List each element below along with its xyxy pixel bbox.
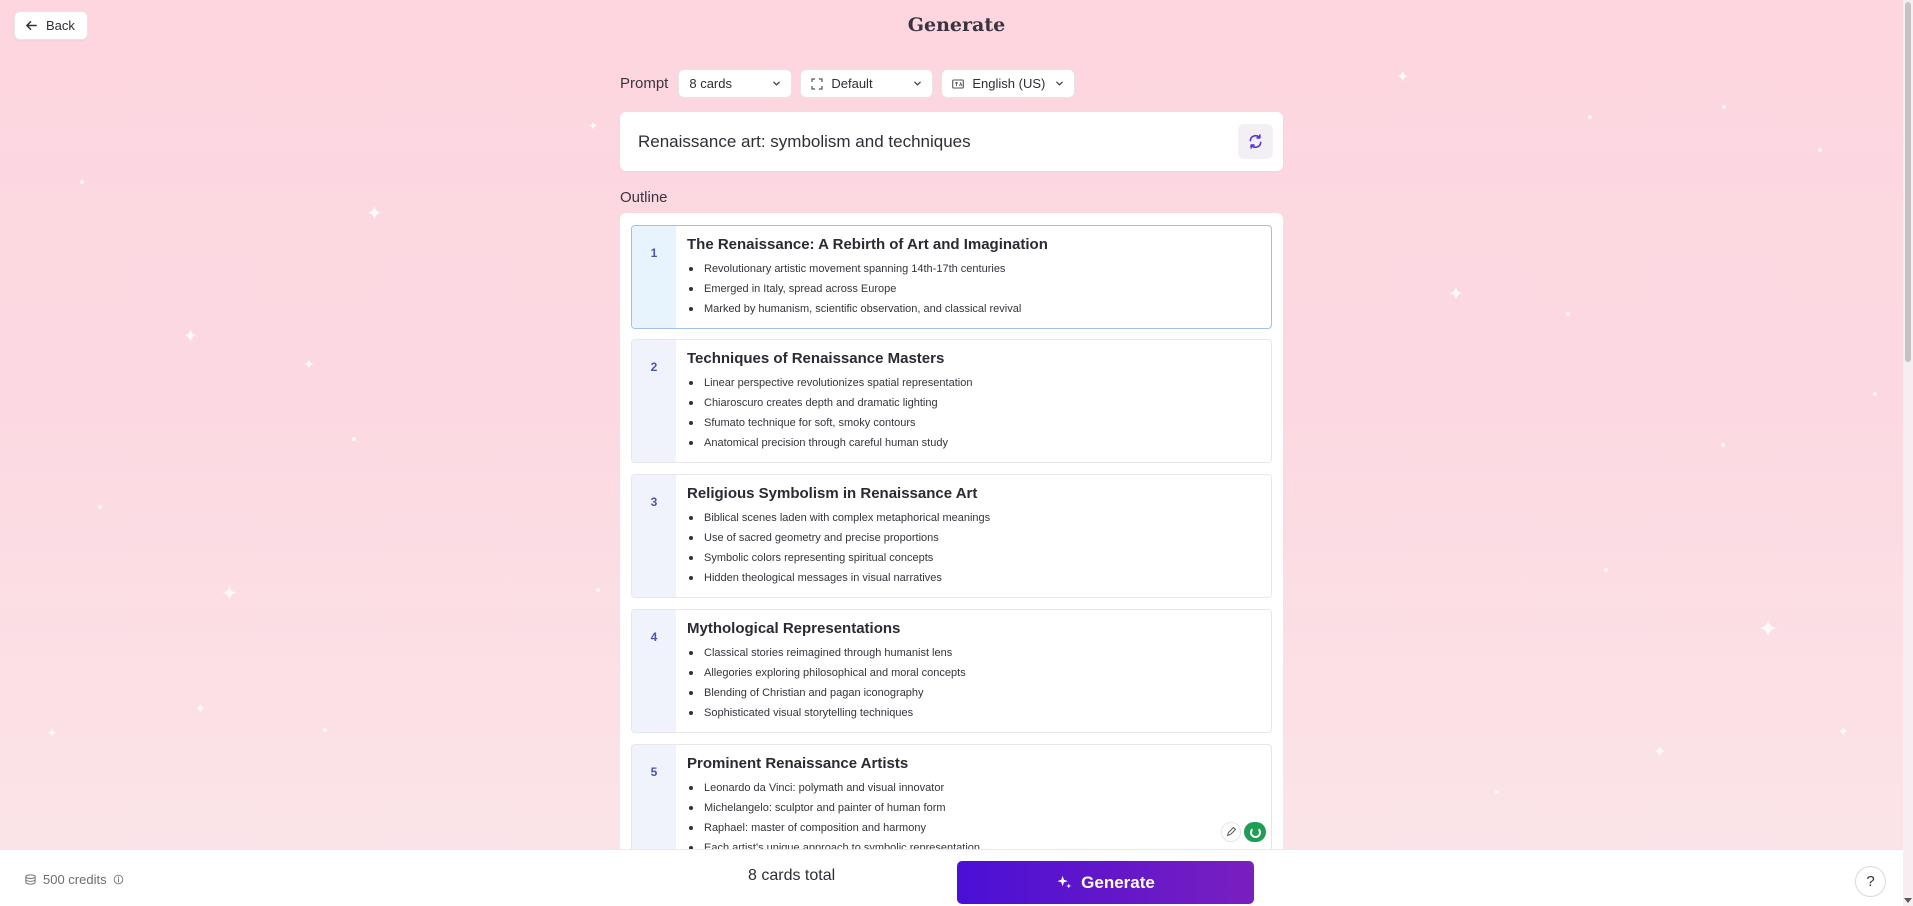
generate-label: Generate (1081, 872, 1155, 892)
question-icon: ? (1866, 873, 1875, 890)
sparkle-icon (1057, 875, 1072, 889)
outline-card-4[interactable]: 4 Mythological Representations Classical… (631, 609, 1272, 733)
card-bullet[interactable]: Linear perspective revolutionizes spatia… (687, 373, 972, 393)
prompt-text: Renaissance art: symbolism and technique… (638, 131, 971, 151)
outline-card-5[interactable]: 5 Prominent Renaissance Artists Leonardo… (631, 744, 1272, 853)
card-number: 1 (632, 226, 676, 328)
language-value: English (US) (972, 76, 1046, 91)
card-bullet[interactable]: Michelangelo: sculptor and painter of hu… (687, 798, 980, 818)
card-bullet[interactable]: Sophisticated visual storytelling techni… (687, 703, 966, 723)
card-bullet[interactable]: Leonardo da Vinci: polymath and visual i… (687, 778, 980, 798)
card-bullet[interactable]: Classical stories reimagined through hum… (687, 643, 966, 663)
scroll-down-arrow[interactable] (1904, 898, 1912, 903)
card-bullet[interactable]: Raphael: master of composition and harmo… (687, 818, 980, 838)
card-bullet[interactable]: Revolutionary artistic movement spanning… (687, 259, 1048, 279)
outline-list: 1 The Renaissance: A Rebirth of Art and … (620, 213, 1283, 853)
info-icon[interactable] (113, 874, 124, 885)
chevron-down-icon (1056, 81, 1064, 86)
card-title[interactable]: Mythological Representations (687, 620, 966, 637)
theme-value: Default (831, 76, 873, 91)
footer-bar: 500 credits 8 cards total Generate ? (0, 849, 1903, 906)
refresh-icon (1249, 134, 1262, 149)
language-select[interactable]: English (US) (941, 69, 1076, 98)
theme-select[interactable]: Default (800, 69, 934, 98)
card-title[interactable]: Religious Symbolism in Renaissance Art (687, 485, 990, 502)
page-title: Generate (907, 14, 1006, 36)
regenerate-button[interactable] (1238, 124, 1273, 159)
editor-status-chip[interactable] (1222, 822, 1266, 842)
help-button[interactable]: ? (1855, 866, 1886, 897)
outline-card-1[interactable]: 1 The Renaissance: A Rebirth of Art and … (631, 225, 1272, 329)
outline-heading: Outline (620, 189, 668, 206)
chevron-down-icon (914, 81, 922, 86)
card-bullet[interactable]: Symbolic colors representing spiritual c… (687, 548, 990, 568)
card-bullet[interactable]: Anatomical precision through careful hum… (687, 433, 972, 453)
card-title[interactable]: Techniques of Renaissance Masters (687, 350, 972, 367)
grammar-check-icon[interactable] (1244, 822, 1266, 842)
card-bullet[interactable]: Use of sacred geometry and precise propo… (687, 528, 990, 548)
card-count-select[interactable]: 8 cards (678, 69, 793, 98)
generate-button[interactable]: Generate (957, 861, 1254, 904)
card-title[interactable]: Prominent Renaissance Artists (687, 755, 980, 772)
card-number: 3 (632, 475, 676, 597)
coins-icon (25, 874, 36, 885)
card-number: 4 (632, 610, 676, 732)
card-bullet[interactable]: Emerged in Italy, spread across Europe (687, 279, 1048, 299)
credits-label: 500 credits (43, 872, 107, 887)
pencil-icon[interactable] (1222, 823, 1240, 841)
card-title[interactable]: The Renaissance: A Rebirth of Art and Im… (687, 236, 1048, 253)
outline-card-2[interactable]: 2 Techniques of Renaissance Masters Line… (631, 339, 1272, 463)
card-bullet[interactable]: Hidden theological messages in visual na… (687, 568, 990, 588)
expand-icon (811, 77, 823, 90)
prompt-label: Prompt (620, 75, 669, 92)
prompt-settings-row: Prompt 8 cards Default English (US) (620, 69, 1076, 98)
card-count-value: 8 cards (689, 76, 732, 91)
card-number: 2 (632, 340, 676, 462)
card-bullet[interactable]: Allegories exploring philosophical and m… (687, 663, 966, 683)
outline-card-3[interactable]: 3 Religious Symbolism in Renaissance Art… (631, 474, 1272, 598)
card-bullet[interactable]: Sfumato technique for soft, smoky contou… (687, 413, 972, 433)
scrollbar-thumb[interactable] (1905, 2, 1911, 362)
prompt-input[interactable]: Renaissance art: symbolism and technique… (620, 112, 1283, 171)
card-bullet[interactable]: Chiaroscuro creates depth and dramatic l… (687, 393, 972, 413)
chevron-down-icon (773, 81, 781, 86)
page-scrollbar[interactable] (1903, 0, 1913, 906)
card-bullet[interactable]: Blending of Christian and pagan iconogra… (687, 683, 966, 703)
language-icon (952, 78, 965, 89)
cards-total: 8 cards total (748, 867, 836, 884)
card-number: 5 (632, 745, 676, 853)
card-bullet[interactable]: Biblical scenes laden with complex metap… (687, 508, 990, 528)
credits-indicator[interactable]: 500 credits (24, 872, 124, 887)
card-bullet[interactable]: Marked by humanism, scientific observati… (687, 299, 1048, 319)
